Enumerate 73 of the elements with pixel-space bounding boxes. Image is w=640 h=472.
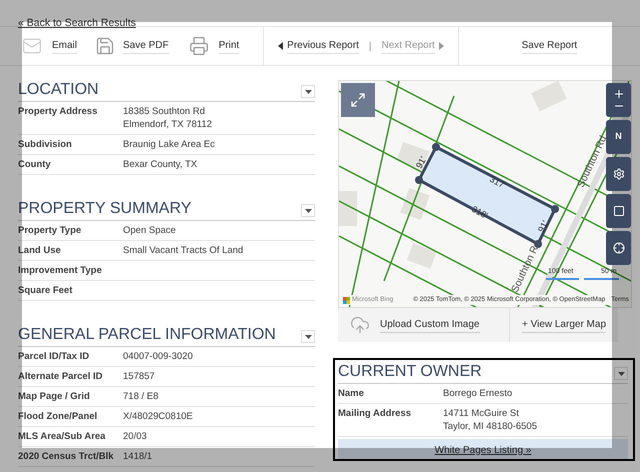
field-value: X/48029C0810E xyxy=(123,410,193,423)
field-label: Subdivision xyxy=(18,138,73,151)
locate-button[interactable] xyxy=(606,231,631,265)
field-label: Improvement Type xyxy=(18,264,103,277)
field-label: Square Feet xyxy=(18,284,74,297)
caret-icon xyxy=(304,208,312,212)
field-value: Elmendorf, TX 78112 xyxy=(123,118,212,131)
fullscreen-button[interactable] xyxy=(341,83,375,117)
field-value: 18385 Southton Rd xyxy=(123,105,206,118)
zoom-in-icon xyxy=(612,88,624,100)
lot-dimension: 318' xyxy=(470,204,490,221)
expand-icon xyxy=(350,92,366,108)
field-value: Borrego Ernesto xyxy=(443,387,512,400)
field-value: Bexar County, TX xyxy=(123,158,198,171)
toolbar-button[interactable]: Print xyxy=(218,38,240,54)
lot-dimension: 91' xyxy=(536,218,550,234)
field-label: Land Use xyxy=(18,244,62,257)
cloud-upload-icon xyxy=(350,315,370,335)
save-report-button[interactable]: Save Report xyxy=(522,38,578,54)
section-heading: LOCATION xyxy=(18,80,99,100)
field-label: MLS Area/Sub Area xyxy=(18,430,106,443)
field-label: County xyxy=(18,158,52,171)
scale-bar xyxy=(584,278,619,280)
collapse-toggle[interactable] xyxy=(301,85,315,98)
back-link[interactable]: « Back to Search Results xyxy=(18,17,136,29)
field-label: Alternate Parcel ID xyxy=(18,370,104,383)
square-icon xyxy=(612,205,624,217)
section-heading: GENERAL PARCEL INFORMATION xyxy=(18,325,276,345)
field-value: 718 / E8 xyxy=(123,390,158,403)
previous-report-link[interactable]: Previous Report xyxy=(278,38,359,54)
toolbar-button[interactable]: Save PDF xyxy=(123,38,169,54)
right-triangle-icon xyxy=(438,42,444,50)
zoom-control[interactable] xyxy=(606,83,631,117)
windows-logo-icon xyxy=(343,296,350,304)
view-larger-map-link[interactable]: + View Larger Map xyxy=(522,317,606,333)
left-triangle-icon xyxy=(278,42,284,50)
field-value: Taylor, MI 48180-6505 xyxy=(443,420,538,433)
field-value: 04007-009-3020 xyxy=(123,350,193,363)
upload-image-button[interactable]: Upload Custom Image xyxy=(380,317,480,333)
field-value: 14711 McGuire St xyxy=(443,407,520,420)
section-heading: PROPERTY SUMMARY xyxy=(18,199,192,219)
toolbar-button[interactable]: Email xyxy=(52,38,78,54)
caret-icon xyxy=(304,334,312,338)
scale-bar xyxy=(546,278,579,280)
field-label: Property Type xyxy=(18,224,82,237)
caret-icon xyxy=(304,90,312,94)
settings-icon xyxy=(612,168,624,180)
separator: | xyxy=(368,40,372,54)
field-value: Open Space xyxy=(123,224,176,237)
compass-button[interactable]: N xyxy=(606,120,631,154)
section-heading: CURRENT OWNER xyxy=(338,362,482,382)
lot-dimension: 317' xyxy=(488,174,508,191)
collapse-toggle[interactable] xyxy=(301,204,315,217)
field-label: Name xyxy=(338,387,365,400)
field-label: Map Page / Grid xyxy=(18,390,91,403)
field-value: 1418/1 xyxy=(123,450,152,463)
field-label: Mailing Address xyxy=(338,407,412,421)
field-label: 2020 Census Trct/Blk xyxy=(18,450,115,463)
field-value: Braunig Lake Area Ec xyxy=(123,138,215,151)
field-value: Small Vacant Tracts Of Land xyxy=(123,244,244,257)
draw-area-button[interactable] xyxy=(606,194,631,228)
caret-icon xyxy=(618,372,624,376)
field-label: Parcel ID/Tax ID xyxy=(18,350,90,363)
lot-dimension: 91' xyxy=(414,154,428,170)
collapse-toggle[interactable] xyxy=(614,367,628,380)
field-label: Property Address xyxy=(18,105,98,119)
field-value: 20/03 xyxy=(123,430,147,443)
field-label: Flood Zone/Panel xyxy=(18,410,98,423)
map-settings-button[interactable] xyxy=(606,157,631,191)
listing-link[interactable]: White Pages Listing » xyxy=(338,439,628,461)
collapse-toggle[interactable] xyxy=(301,330,315,343)
crosshair-icon xyxy=(612,242,624,254)
field-value: 157857 xyxy=(123,370,155,383)
